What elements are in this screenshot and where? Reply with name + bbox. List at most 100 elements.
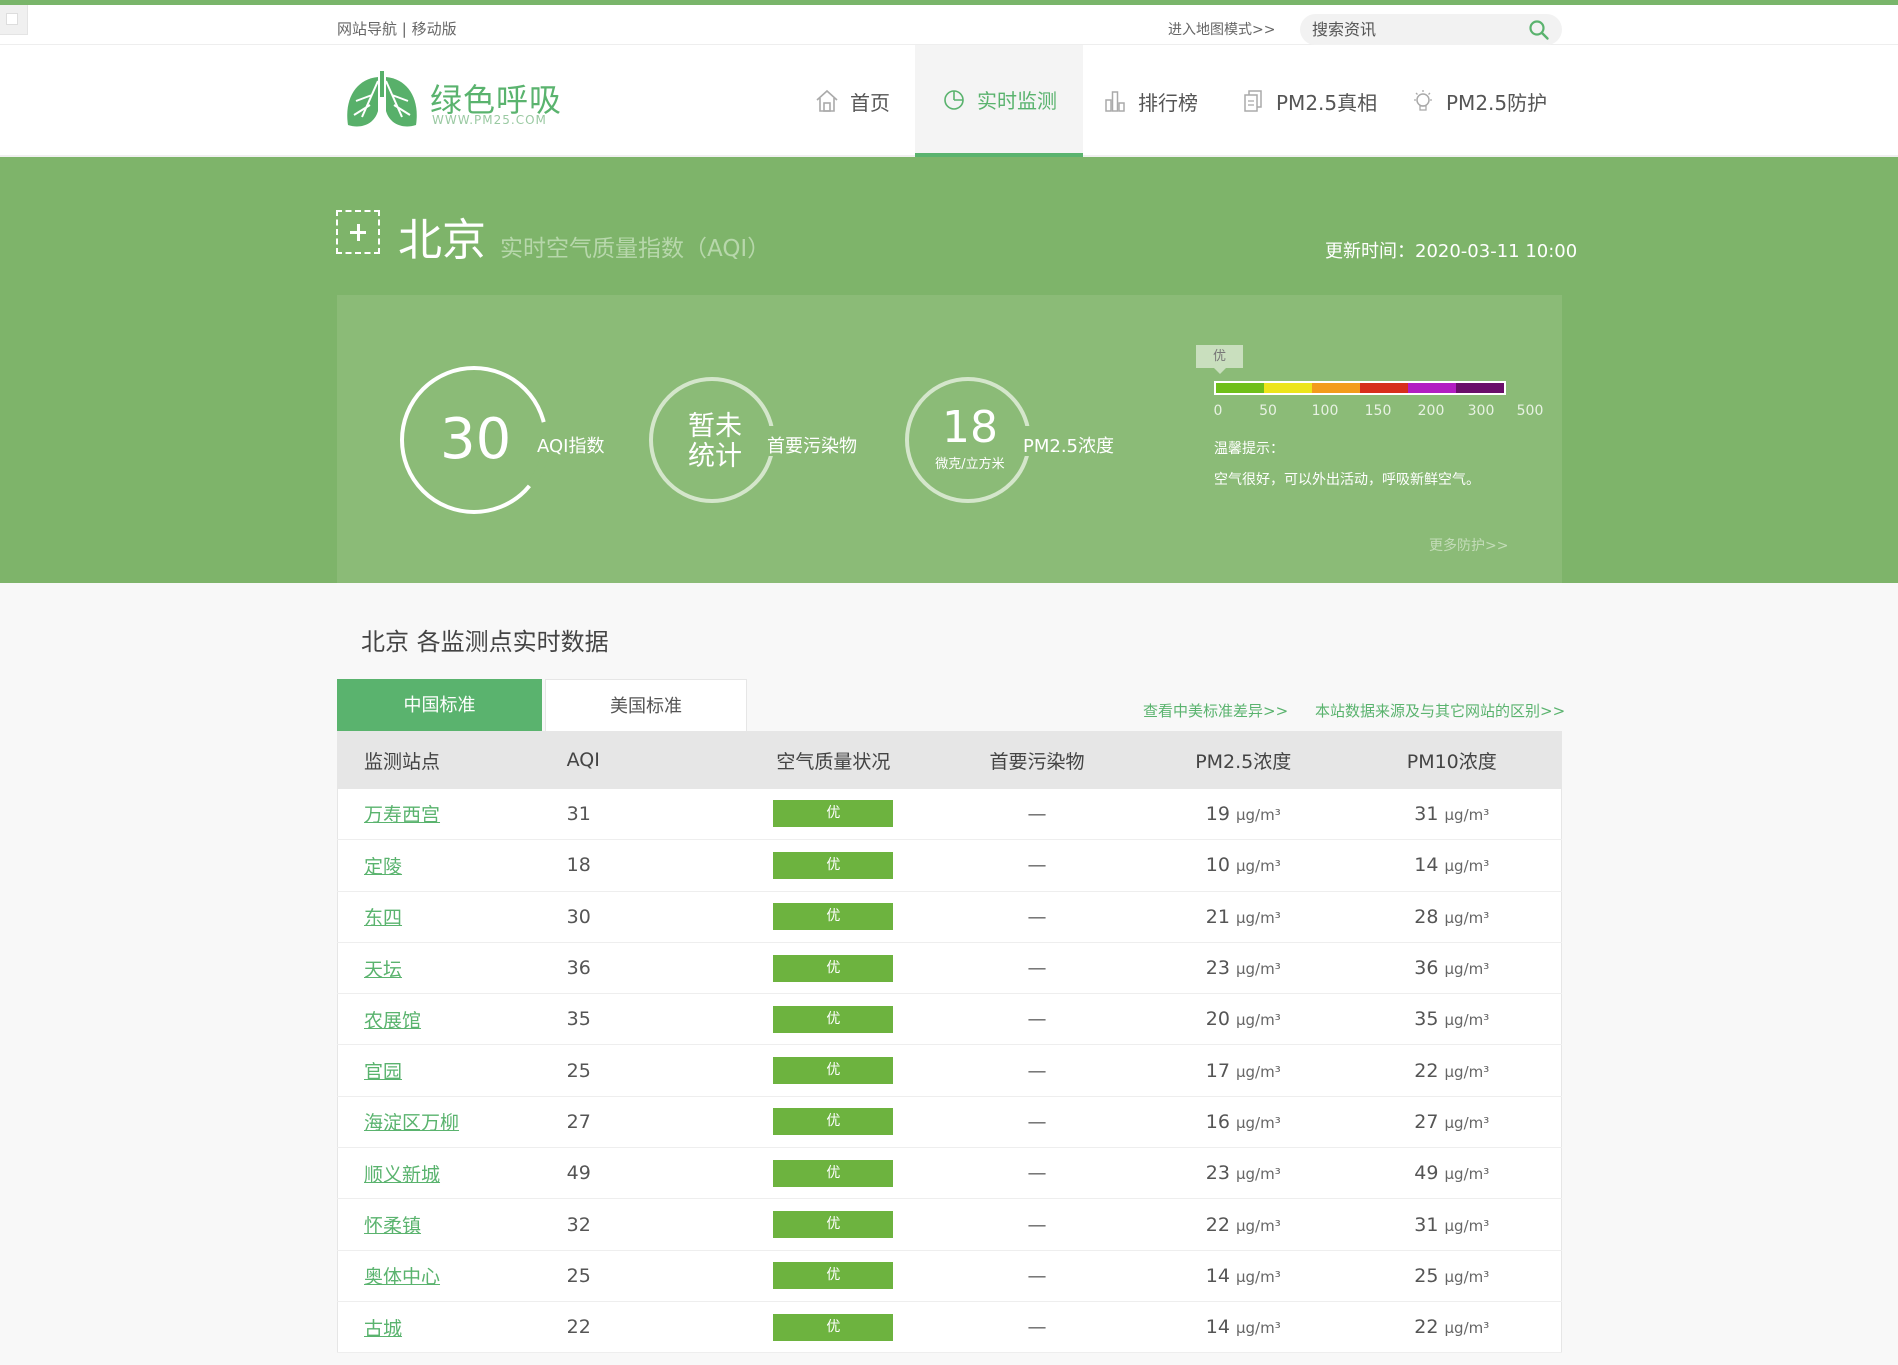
map-mode-link[interactable]: 进入地图模式>> [1168,19,1275,39]
pm25-unit: μg/m³ [1235,1216,1281,1235]
quality-badge: 优 [773,1108,894,1136]
quality-badge: 优 [773,1262,894,1290]
pm10-unit: μg/m³ [1444,1062,1490,1081]
station-link[interactable]: 官园 [364,1061,402,1083]
corner-checkbox[interactable] [0,5,28,35]
quality-badge: 优 [773,851,894,879]
station-link[interactable]: 农展馆 [364,1010,421,1032]
pm10-unit: μg/m³ [1444,1113,1490,1132]
pm25-value: 18 [942,402,998,453]
nav-label: PM2.5真相 [1276,90,1378,115]
table-row: 古城 22 优 —14 μg/m³ 22 μg/m³ [337,1301,1562,1353]
home-icon [816,89,838,112]
top-bar: 网站导航 | 移动版 进入地图模式>> [0,0,1898,45]
nav-label: 排行榜 [1138,90,1198,115]
site-logo[interactable]: 绿色呼吸 WWW.PM25.COM [342,71,562,133]
pm10-unit: μg/m³ [1444,1216,1490,1235]
pm10-cell: 35 μg/m³ [1343,994,1562,1045]
tip-text: 空气很好，可以外出活动，呼吸新鲜空气。 [1214,472,1480,488]
pm25-unit: 微克/立方米 [935,457,1005,472]
tab-us-standard[interactable]: 美国标准 [545,679,747,732]
pm10-unit: μg/m³ [1444,1165,1490,1184]
pm10-number: 27 [1414,1110,1439,1133]
table-row: 天坛 36 优 —23 μg/m³ 36 μg/m³ [337,942,1562,994]
pm25-label: PM2.5浓度 [1023,436,1115,457]
station-link[interactable]: 奥体中心 [364,1266,440,1288]
nav-home[interactable]: 首页 [800,45,904,157]
data-source-link[interactable]: 本站数据来源及与其它网站的区别>> [1315,700,1565,721]
search-icon[interactable] [1528,19,1550,41]
pollutant-cell: — [1027,1162,1047,1185]
city-name: 北京 [398,215,486,266]
quality-cell: 优 [737,1045,930,1096]
station-link[interactable]: 海淀区万柳 [364,1112,459,1134]
pm10-number: 22 [1414,1059,1439,1082]
pm25-cell: 10 μg/m³ [1144,840,1343,891]
add-city-icon[interactable] [336,210,380,254]
station-link[interactable]: 天坛 [364,959,402,981]
aqi-label: AQI指数 [537,436,605,457]
aqi-value: 30 [440,407,512,472]
quality-cell: 优 [737,789,930,840]
quality-cell: 优 [737,891,930,942]
standard-diff-link[interactable]: 查看中美标准差异>> [1143,700,1288,721]
header-station: 监测站点 [364,750,441,773]
pm10-unit: μg/m³ [1444,1319,1490,1338]
mobile-link[interactable]: 移动版 [412,20,457,38]
pm25-cell: 20 μg/m³ [1144,994,1343,1045]
pollutant-cell: — [1027,854,1047,877]
site-nav-link[interactable]: 网站导航 [337,20,397,38]
station-link[interactable]: 怀柔镇 [364,1215,421,1237]
more-protection-link[interactable]: 更多防护>> [1429,535,1508,555]
aqi-cell: 35 [566,1008,591,1031]
search-input[interactable] [1312,18,1512,41]
header-aqi: AQI [566,749,600,772]
pollutant-cell: — [1027,1110,1047,1133]
scale-label: 150 [1364,403,1392,419]
quality-badge: 优 [773,1313,894,1341]
city-aqi-hero: 北京 实时空气质量指数（AQI） 更新时间：2020-03-11 10:00 [0,157,1898,583]
pollutant-cell: — [1027,1213,1047,1236]
nav-ranking[interactable]: 排行榜 [1102,45,1198,157]
pm10-unit: μg/m³ [1444,857,1490,876]
update-time: 更新时间：2020-03-11 10:00 [1325,241,1578,262]
pm25-number: 21 [1205,905,1230,928]
aqi-cell: 32 [566,1213,591,1236]
nav-realtime-monitoring[interactable]: 实时监测 [915,45,1083,157]
station-link[interactable]: 定陵 [364,856,402,878]
station-link[interactable]: 万寿西宫 [364,804,440,826]
aqi-cell: 25 [566,1059,591,1082]
scale-label: 500 [1516,403,1544,419]
pollutant-cell: — [1027,1008,1047,1031]
pollutant-cell: — [1027,905,1047,928]
quality-badge: 优 [773,903,894,931]
pm10-number: 22 [1414,1316,1439,1339]
pm10-unit: μg/m³ [1444,1267,1490,1286]
pm10-cell: 14 μg/m³ [1343,840,1562,891]
pm25-cell: 17 μg/m³ [1144,1045,1343,1096]
station-link[interactable]: 东四 [364,907,402,929]
station-link[interactable]: 古城 [364,1318,402,1340]
pm25-unit: μg/m³ [1235,1267,1281,1286]
pollutant-cell: — [1027,1264,1047,1287]
nav-label: 实时监测 [977,88,1057,113]
station-link[interactable]: 顺义新城 [364,1164,440,1186]
pm10-cell: 25 μg/m³ [1343,1250,1562,1301]
nav-pm25-truth[interactable]: PM2.5真相 [1240,45,1377,157]
pm25-unit: μg/m³ [1235,1165,1281,1184]
tab-china-standard[interactable]: 中国标准 [337,679,542,732]
separator: | [401,20,407,38]
primary-pollutant-value: 暂未 统计 [688,411,742,472]
station-cell: 顺义新城 [338,1148,567,1199]
pm10-cell: 27 μg/m³ [1343,1096,1562,1147]
quality-badge: 优 [773,1211,894,1239]
pm25-cell: 14 μg/m³ [1144,1250,1343,1301]
table-row: 农展馆 35 优 —20 μg/m³ 35 μg/m³ [337,994,1562,1045]
nav-pm25-protection[interactable]: PM2.5防护 [1410,45,1547,157]
lungs-logo-icon [347,71,417,127]
station-cell: 海淀区万柳 [338,1096,567,1147]
quality-cell: 优 [737,1096,930,1147]
nav-label: PM2.5防护 [1446,90,1548,115]
header-pollutant: 首要污染物 [989,750,1085,773]
station-cell: 定陵 [338,840,567,891]
